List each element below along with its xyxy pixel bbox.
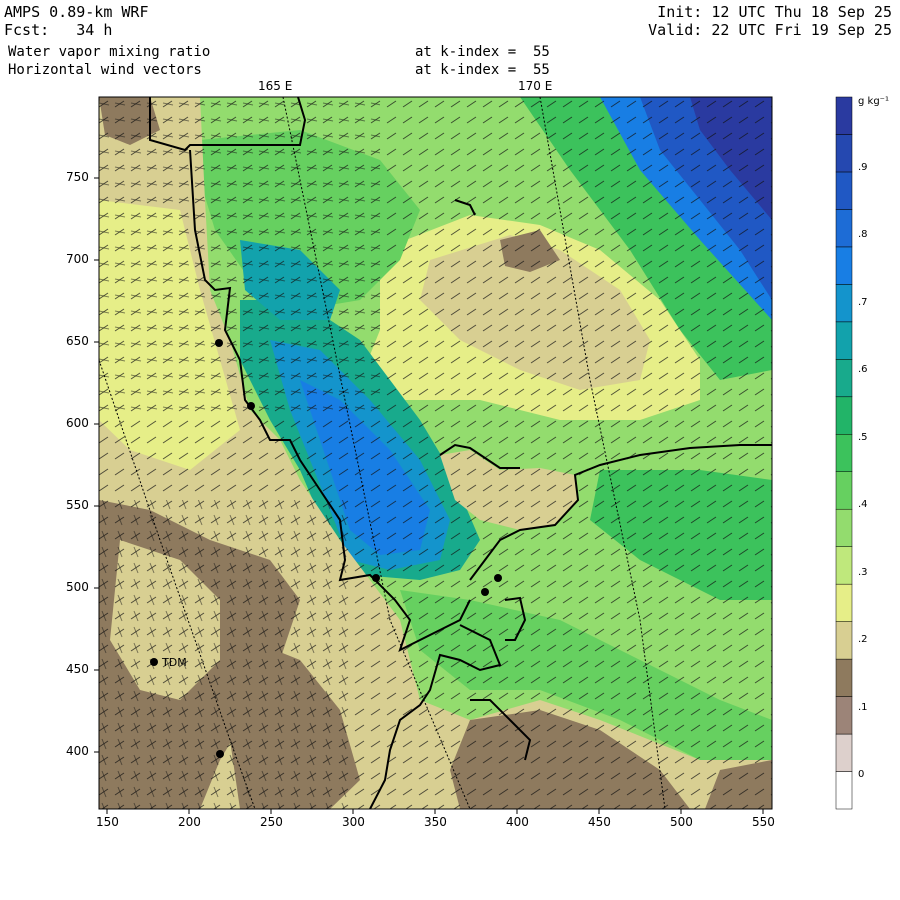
station-marker (481, 588, 489, 596)
colorbar-swatch (835, 583, 853, 622)
colorbar-swatch (835, 546, 853, 585)
y-tick-label: 500 (66, 580, 89, 594)
station-marker (372, 574, 380, 582)
colorbar-label: .9 (858, 162, 868, 173)
colorbar-label: .8 (858, 229, 868, 240)
y-tick-label: 450 (66, 662, 89, 676)
colorbar-swatch (835, 696, 853, 735)
colorbar-swatch (835, 733, 853, 772)
x-tick-label: 400 (506, 815, 529, 829)
colorbar-swatch (835, 96, 853, 135)
station-marker (247, 402, 255, 410)
colorbar-swatch (835, 396, 853, 435)
x-tick-label: 350 (424, 815, 447, 829)
colorbar-label: .5 (858, 432, 868, 443)
colorbar-swatch (835, 658, 853, 697)
colorbar (835, 96, 853, 810)
y-tick-label: 700 (66, 252, 89, 266)
y-tick-label: 750 (66, 170, 89, 184)
colorbar-swatch (835, 508, 853, 547)
colorbar-swatch (835, 359, 853, 398)
colorbar-label: 0 (858, 769, 865, 780)
colorbar-swatch (835, 284, 853, 323)
y-tick-label: 400 (66, 744, 89, 758)
colorbar-swatch (835, 771, 853, 810)
colorbar-unit: g kg⁻¹ (858, 96, 889, 107)
x-tick-label: 300 (342, 815, 365, 829)
x-tick-label: 200 (178, 815, 201, 829)
colorbar-label: .6 (858, 364, 868, 375)
colorbar-label: .1 (858, 702, 868, 713)
colorbar-swatch (835, 209, 853, 248)
moisture-field (99, 97, 772, 809)
y-tick-label: 600 (66, 416, 89, 430)
colorbar-swatch (835, 134, 853, 173)
station-marker (150, 658, 158, 666)
station-label-tdm: TDM (161, 656, 187, 669)
colorbar-label: .7 (858, 297, 868, 308)
station-marker (494, 574, 502, 582)
colorbar-swatch (835, 321, 853, 360)
x-tick-label: 150 (96, 815, 119, 829)
x-tick-label: 250 (260, 815, 283, 829)
colorbar-swatch (835, 471, 853, 510)
x-tick-label: 500 (670, 815, 693, 829)
y-tick-label: 550 (66, 498, 89, 512)
station-marker (216, 750, 224, 758)
colorbar-label: .2 (858, 634, 868, 645)
map-panel: TDM g kg⁻¹ (94, 96, 889, 814)
station-marker (215, 339, 223, 347)
colorbar-swatch (835, 171, 853, 210)
x-tick-label: 550 (752, 815, 775, 829)
x-tick-label: 450 (588, 815, 611, 829)
colorbar-swatch (835, 621, 853, 660)
y-tick-label: 650 (66, 334, 89, 348)
colorbar-label: .4 (858, 499, 868, 510)
colorbar-swatch (835, 434, 853, 472)
colorbar-swatch (835, 246, 853, 285)
colorbar-label: .3 (858, 567, 868, 578)
